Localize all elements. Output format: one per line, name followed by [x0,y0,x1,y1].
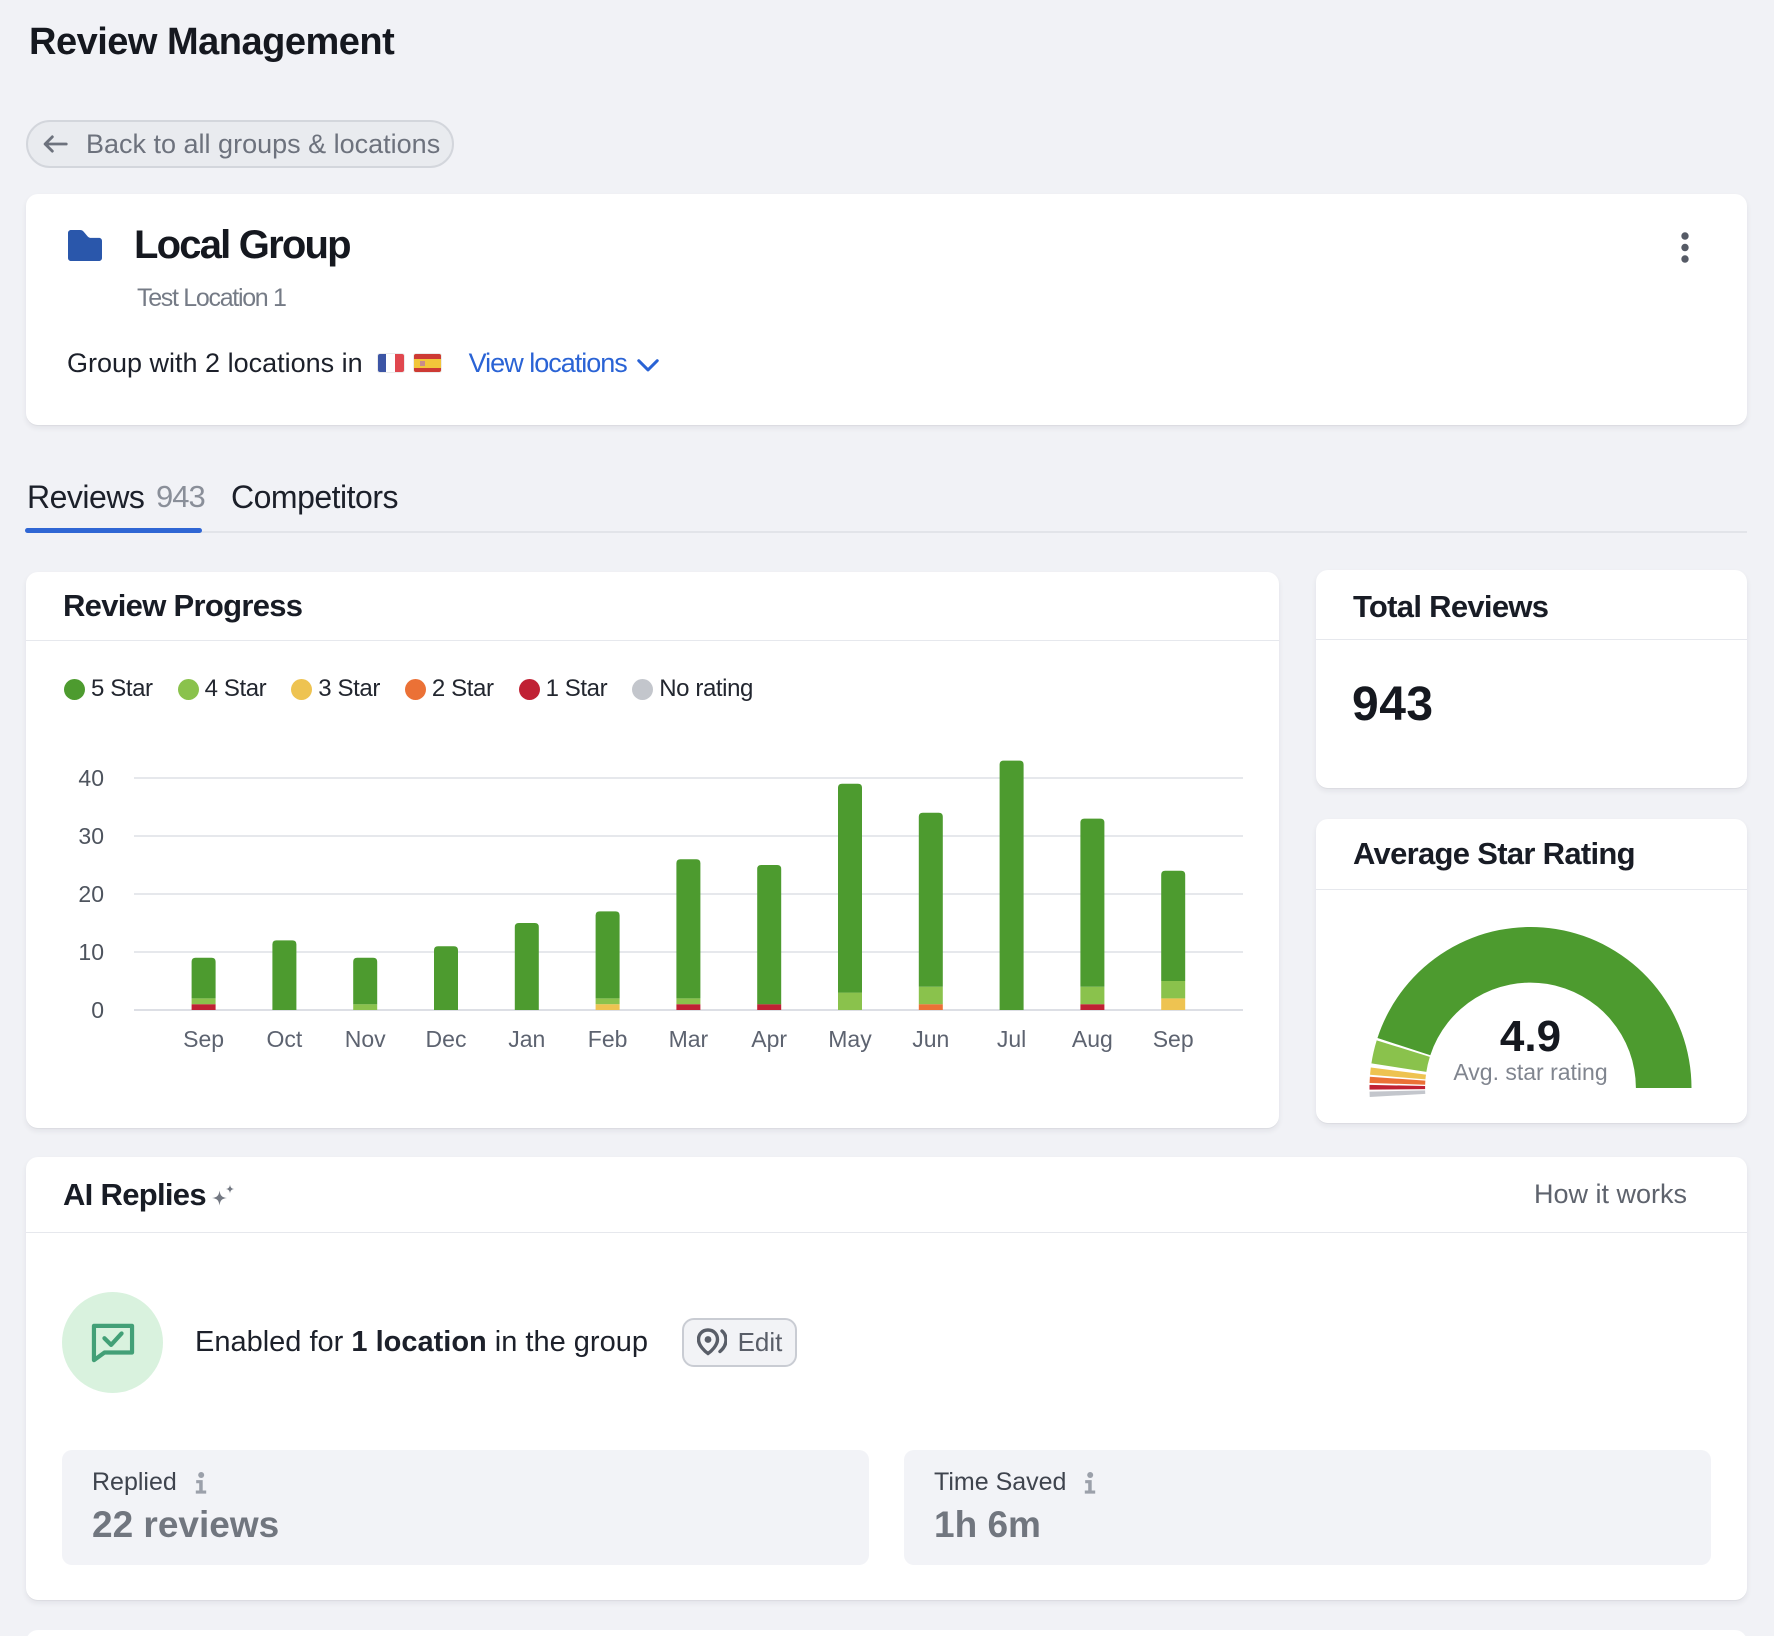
svg-text:Jan: Jan [508,1026,545,1052]
svg-text:0: 0 [91,997,104,1023]
svg-text:30: 30 [78,823,104,849]
svg-text:Jul: Jul [997,1026,1026,1052]
svg-text:10: 10 [78,939,104,965]
svg-text:Sep: Sep [183,1026,224,1052]
svg-text:May: May [828,1026,872,1052]
svg-text:4.9: 4.9 [1500,1012,1561,1061]
svg-text:Sep: Sep [1153,1026,1194,1052]
svg-text:40: 40 [78,765,104,791]
svg-text:Dec: Dec [426,1026,467,1052]
svg-text:Feb: Feb [588,1026,628,1052]
svg-text:Nov: Nov [345,1026,386,1052]
svg-text:Aug: Aug [1072,1026,1113,1052]
svg-text:Oct: Oct [267,1026,303,1052]
svg-text:Mar: Mar [669,1026,709,1052]
svg-text:20: 20 [78,881,104,907]
svg-text:Jun: Jun [912,1026,949,1052]
svg-text:Apr: Apr [751,1026,787,1052]
svg-text:Avg. star rating: Avg. star rating [1453,1059,1607,1085]
